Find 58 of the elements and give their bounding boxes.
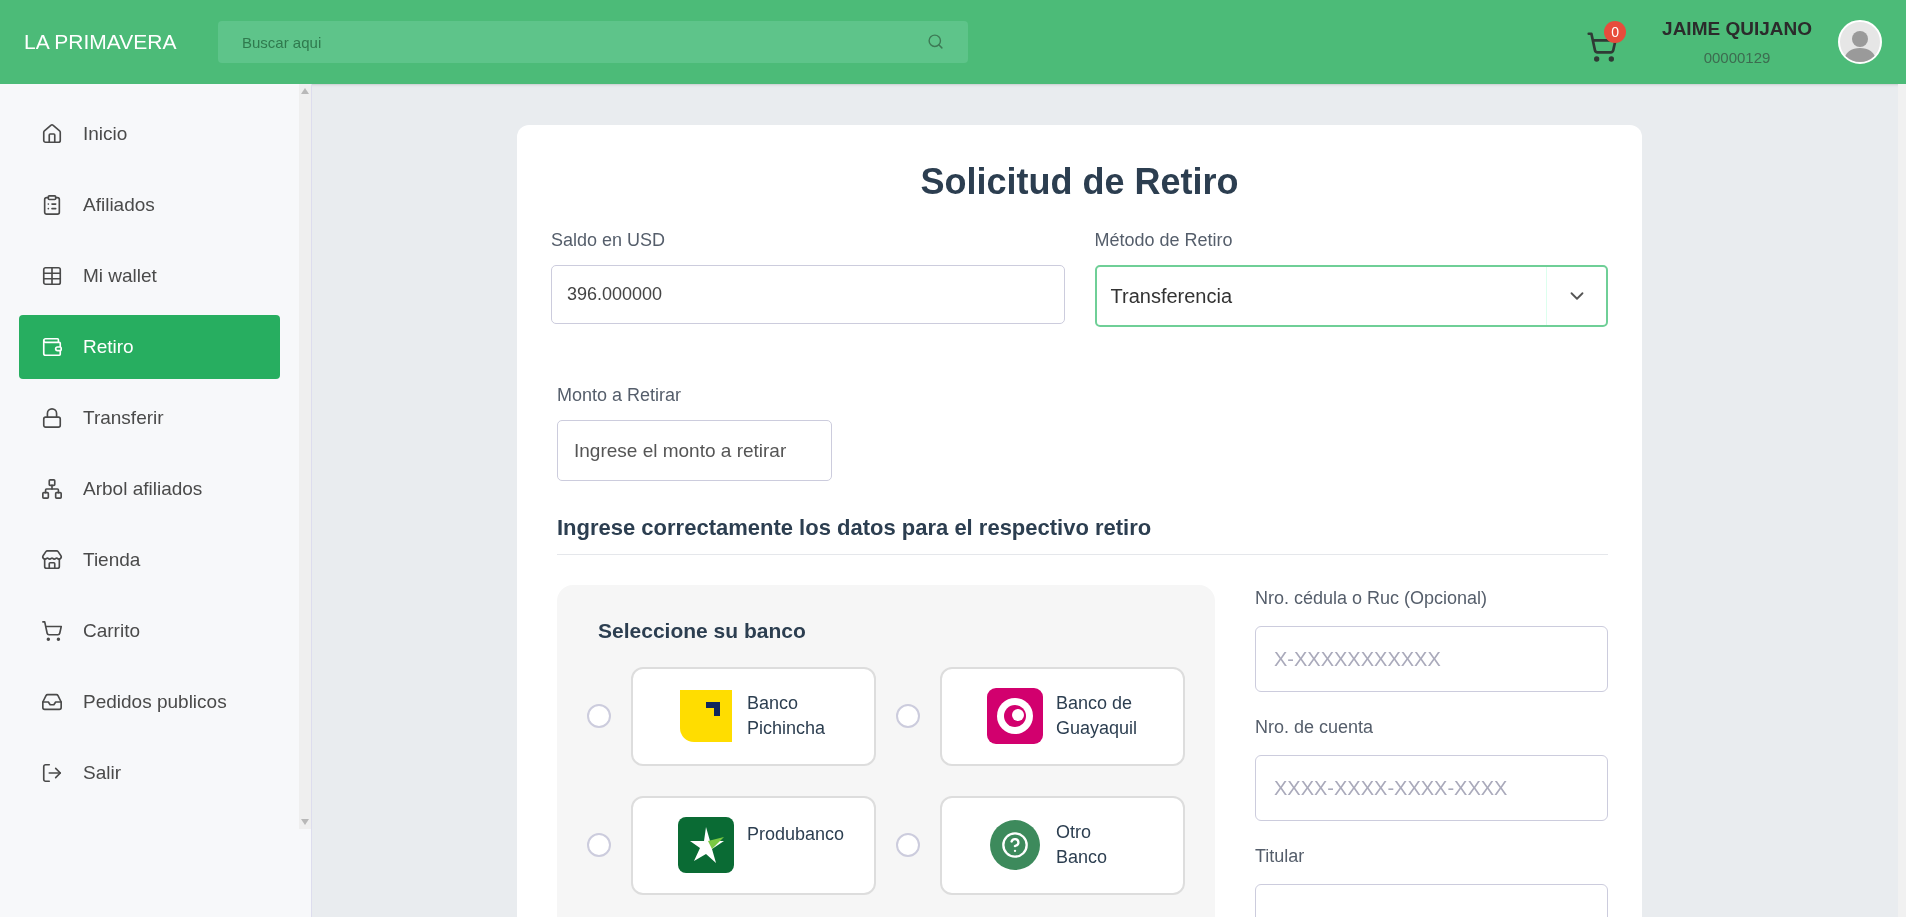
form-title: Solicitud de Retiro — [919, 160, 1240, 204]
scroll-up-icon[interactable] — [301, 88, 309, 94]
section-title: Ingrese correctamente los datos para el respectivo retiro — [557, 511, 1608, 555]
home-icon — [41, 123, 63, 145]
bank-logo-icon — [987, 688, 1043, 744]
user-code: 00000129 — [1703, 48, 1771, 68]
radio-button[interactable] — [896, 833, 920, 857]
radio-button[interactable] — [587, 704, 611, 728]
select-field[interactable]: Transferencia — [1094, 265, 1608, 327]
input-field[interactable]: X-XXXXXXXXXXX — [1255, 626, 1608, 692]
sidebar-item[interactable]: Afiliados — [19, 173, 280, 237]
field-label: Nro. de cuenta — [1255, 716, 1375, 739]
user-name: JAIME QUIJANO — [1662, 16, 1812, 41]
bank-option[interactable]: Banco de Guayaquil — [940, 666, 1185, 766]
bank-logo-icon — [678, 817, 734, 873]
field-label: Titular — [1255, 845, 1306, 868]
radio-button[interactable] — [587, 833, 611, 857]
cart-button[interactable]: 0 — [1586, 21, 1627, 63]
bank-name: Otro Banco — [1056, 821, 1108, 869]
sidebar-item[interactable]: Transferir — [19, 386, 280, 450]
cart-icon — [41, 620, 63, 642]
input-field[interactable]: 396.000000 — [551, 265, 1065, 324]
wallet-icon — [41, 336, 63, 358]
bank-name: Produbanco — [747, 823, 845, 846]
logout-icon — [41, 762, 63, 784]
bank-option[interactable]: Produbanco — [631, 795, 876, 895]
sidebar-item[interactable]: Salir — [19, 741, 280, 805]
grid-icon — [41, 265, 63, 287]
inbox-icon — [41, 691, 63, 713]
sidebar-item[interactable]: Tienda — [19, 528, 280, 592]
clipboard-icon — [41, 194, 63, 216]
nodes-icon — [41, 478, 63, 500]
input-field[interactable]: Ingrese el monto a retirar — [557, 420, 832, 481]
bank-option[interactable]: Banco Pichincha — [631, 666, 876, 766]
scroll-down-icon[interactable] — [301, 819, 309, 825]
radio-button[interactable] — [896, 704, 920, 728]
sidebar-item[interactable]: Pedidos publicos — [19, 670, 280, 734]
search-icon — [927, 33, 944, 50]
bank-name: Banco Pichincha — [747, 692, 826, 740]
store-icon — [41, 549, 63, 571]
panel-title: Seleccione su banco — [597, 618, 807, 644]
field-label: Nro. cédula o Ruc (Opcional) — [1255, 587, 1489, 610]
field-label: Saldo en USD — [551, 229, 667, 252]
field-label: Monto a Retirar — [557, 384, 683, 407]
input-field[interactable]: XXXX-XXXX-XXXX-XXXX — [1255, 755, 1608, 821]
sidebar-item[interactable]: Mi wallet — [19, 244, 280, 308]
sidebar-item[interactable]: Arbol afiliados — [19, 457, 280, 521]
search-field[interactable]: Buscar aqui — [218, 21, 968, 63]
lock-icon — [41, 407, 63, 429]
avatar-icon[interactable] — [1838, 20, 1882, 64]
bank-option[interactable]: Otro Banco — [940, 795, 1185, 895]
bank-logo-icon — [680, 690, 732, 742]
sidebar-item[interactable]: Carrito — [19, 599, 280, 663]
bank-name: Banco de Guayaquil — [1056, 692, 1138, 740]
sidebar-item[interactable]: Inicio — [19, 102, 280, 166]
help-icon — [990, 820, 1040, 870]
field-label: Método de Retiro — [1094, 229, 1234, 252]
cart-count-badge: 0 — [1604, 21, 1627, 43]
